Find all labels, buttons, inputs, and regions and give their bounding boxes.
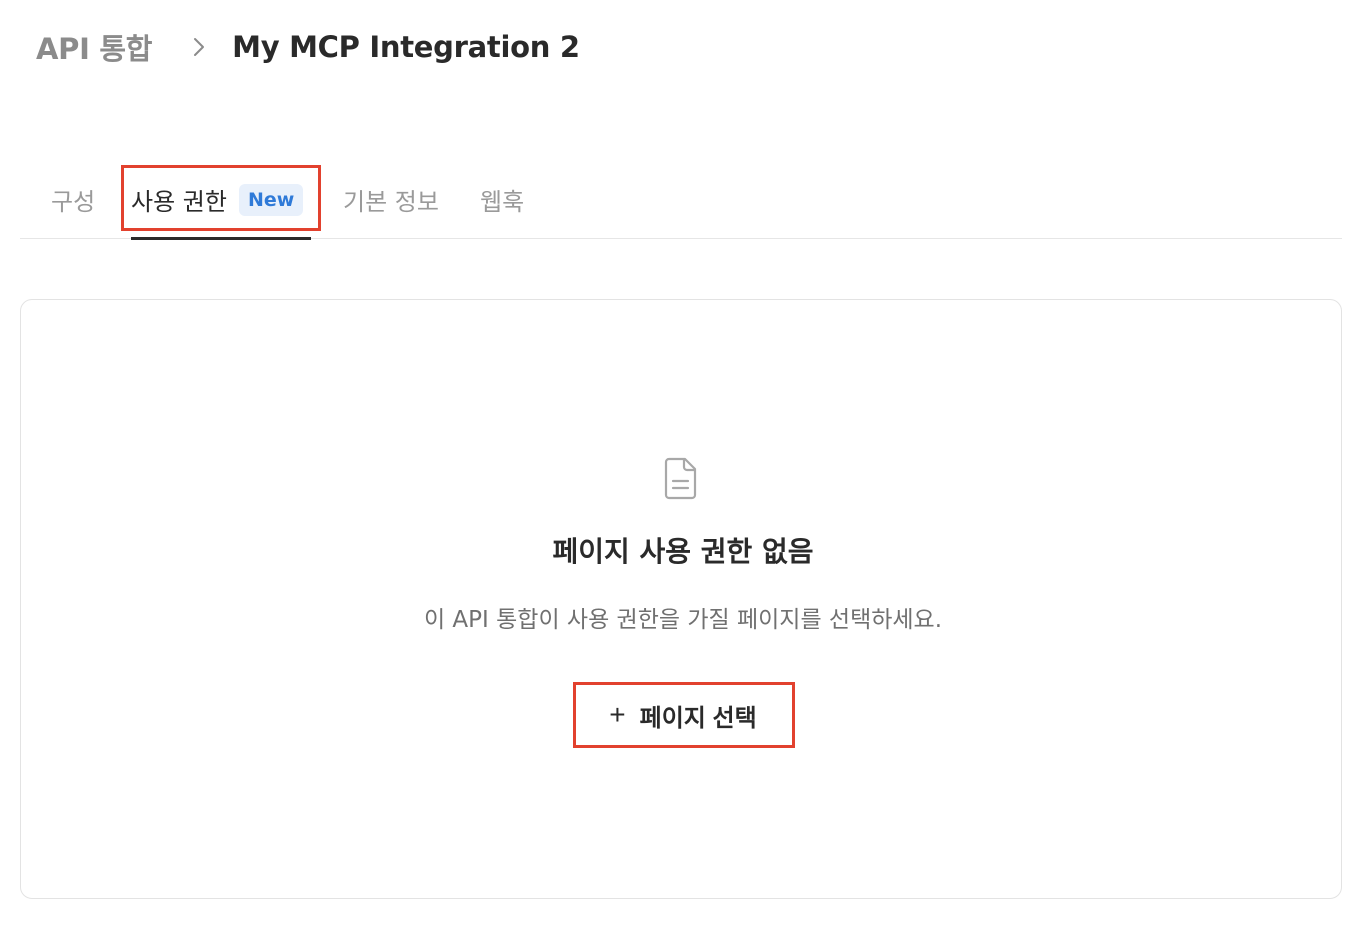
new-badge: New [238, 183, 304, 216]
active-tab-indicator [131, 237, 311, 240]
tab-permissions[interactable]: 사용 권한 New [131, 162, 304, 237]
document-icon [663, 456, 699, 500]
tab-label: 사용 권한 [131, 188, 227, 216]
breadcrumb-parent-link[interactable]: API 통합 [36, 26, 152, 68]
tab-bar: 구성 사용 권한 New 기본 정보 웹훅 [20, 162, 1342, 240]
tab-basic-info[interactable]: 기본 정보 [343, 162, 439, 237]
breadcrumb: API 통합 My MCP Integration 2 [36, 26, 580, 68]
select-pages-label: 페이지 선택 [639, 704, 757, 732]
page: API 통합 My MCP Integration 2 구성 사용 권한 New… [0, 0, 1366, 932]
tab-label: 구성 [51, 188, 96, 216]
page-title: My MCP Integration 2 [232, 30, 580, 64]
select-pages-button[interactable]: + 페이지 선택 [584, 690, 782, 740]
chevron-right-icon [178, 26, 220, 68]
tab-webhooks[interactable]: 웹훅 [480, 162, 524, 237]
permissions-card [20, 299, 1342, 899]
empty-state-title: 페이지 사용 권한 없음 [552, 535, 814, 568]
tab-label: 웹훅 [480, 188, 525, 216]
plus-icon: + [609, 699, 626, 730]
tab-configuration[interactable]: 구성 [51, 162, 95, 237]
empty-state-description: 이 API 통합이 사용 권한을 가질 페이지를 선택하세요. [423, 607, 943, 633]
tab-label: 기본 정보 [343, 188, 439, 216]
